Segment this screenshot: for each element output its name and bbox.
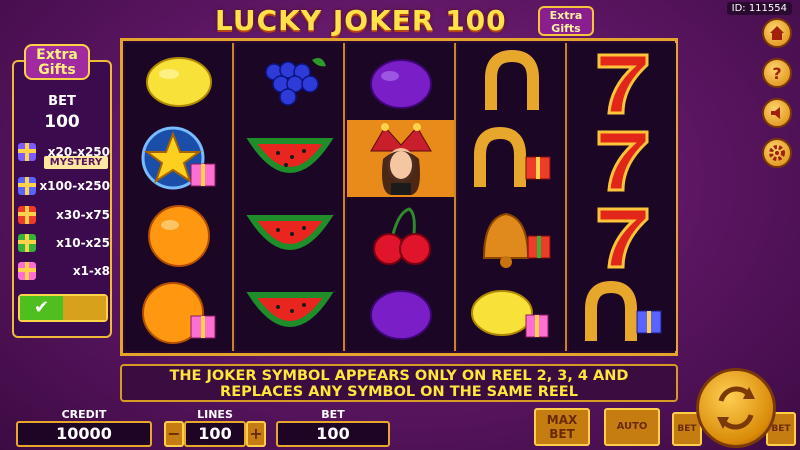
mystery-gift-icon [18, 143, 36, 161]
prize-row-green: x10-x25 [18, 233, 110, 253]
joker-symbol [347, 120, 454, 197]
question-icon: ? [772, 63, 782, 83]
check-icon: ✔ [20, 296, 63, 320]
reel-1 [125, 43, 234, 351]
horseshoe-symbol-with-gift [569, 274, 676, 351]
bell-symbol-with-gift [458, 197, 565, 274]
prize-row-pink: x1-x8 [18, 261, 110, 281]
grapes-symbol [236, 43, 343, 120]
extra-gifts-badge: Extra Gifts [24, 44, 90, 80]
lines-display: 100 [184, 421, 246, 447]
blue-gift-icon [18, 177, 36, 195]
reel-4 [458, 43, 567, 351]
prize-row-red: x30-x75 [18, 205, 110, 225]
game-id: ID: 111554 [726, 2, 792, 15]
extra-gifts-toggle[interactable]: ✔ [18, 294, 108, 322]
lines-label: LINES [197, 408, 233, 421]
reel-5 [569, 43, 676, 351]
bet-display: 100 [276, 421, 390, 447]
bet-label: BET [321, 408, 345, 421]
speaker-icon [771, 107, 780, 119]
lines-plus-button[interactable]: + [246, 421, 266, 447]
credit-label: CREDIT [61, 408, 107, 421]
credit-display: 10000 [16, 421, 152, 447]
plum-symbol [347, 274, 454, 351]
message-line-1: THE JOKER SYMBOL APPEARS ONLY ON REEL 2,… [169, 368, 629, 384]
panel-bet-label: BET [48, 94, 76, 109]
prize-range: x1-x8 [72, 264, 110, 278]
auto-spin-button[interactable]: AUTO [604, 408, 660, 446]
message-line-2: REPLACES ANY SYMBOL ON THE SAME REEL [220, 384, 578, 400]
panel-bet-value: 100 [44, 112, 80, 132]
orange-symbol-with-gift [125, 274, 232, 351]
gear-icon [769, 145, 785, 161]
prize-range: x30-x75 [56, 208, 110, 222]
settings-button[interactable] [762, 138, 792, 168]
cherries-symbol [347, 197, 454, 274]
red-gift-icon [18, 206, 36, 224]
reels-frame [120, 38, 678, 356]
lines-minus-button[interactable]: − [164, 421, 184, 447]
seven-symbol [569, 197, 676, 274]
green-gift-icon [18, 234, 36, 252]
reel-2 [236, 43, 345, 351]
spin-arrows-icon [717, 386, 755, 430]
horseshoe-symbol-with-gift [458, 120, 565, 197]
prize-range: x10-x25 [56, 236, 110, 250]
home-button[interactable] [762, 18, 792, 48]
reel-3 [347, 43, 456, 351]
lemon-symbol-with-gift [458, 274, 565, 351]
sound-button[interactable] [762, 98, 792, 128]
lemon-symbol [125, 43, 232, 120]
info-message: THE JOKER SYMBOL APPEARS ONLY ON REEL 2,… [120, 364, 678, 402]
seven-symbol [569, 120, 676, 197]
title-extra-gifts-badge: Extra Gifts [538, 6, 594, 36]
spin-button[interactable] [696, 368, 776, 448]
toggle-off-side [63, 296, 106, 320]
horseshoe-symbol [458, 43, 565, 120]
home-icon [770, 26, 784, 40]
watermelon-symbol [236, 120, 343, 197]
max-bet-button[interactable]: MAX BET [534, 408, 590, 446]
watermelon-symbol [236, 197, 343, 274]
plum-symbol [347, 43, 454, 120]
prize-range: x100-x250 [39, 179, 110, 193]
seven-symbol [569, 43, 676, 120]
pink-gift-icon [18, 262, 36, 280]
help-button[interactable]: ? [762, 58, 792, 88]
star-symbol-with-gift [125, 120, 232, 197]
orange-symbol [125, 197, 232, 274]
prize-row-blue: x100-x250 [18, 176, 110, 196]
mystery-label: MYSTERY [44, 156, 108, 169]
watermelon-symbol [236, 274, 343, 351]
